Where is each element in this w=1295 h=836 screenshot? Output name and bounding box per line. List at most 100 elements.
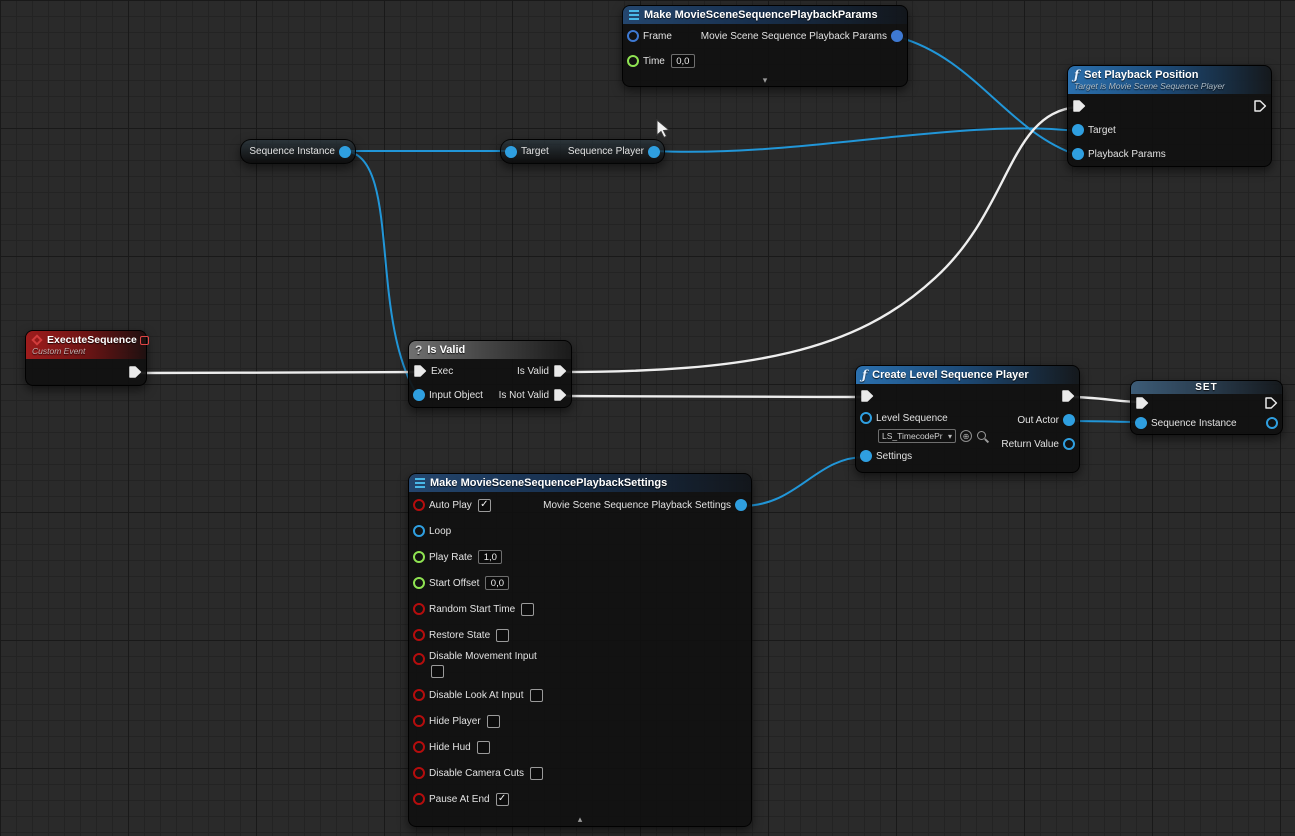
exec-out-pin[interactable] xyxy=(1061,389,1075,403)
use-selected-asset-icon[interactable]: ⊕ xyxy=(960,430,972,442)
is-not-valid-pin-label: Is Not Valid xyxy=(499,390,549,401)
time-input-pin[interactable] xyxy=(627,55,639,67)
collapse-node-chevron[interactable]: ▴ xyxy=(578,815,583,824)
wire-exec-event-to-isvalid[interactable] xyxy=(136,372,419,373)
level-sequence-input-pin[interactable] xyxy=(860,412,872,424)
disable-look-at-input-checkbox[interactable] xyxy=(530,689,543,702)
exec-pin-label: Exec xyxy=(431,366,453,377)
wire-exec-isnotvalid-to-create[interactable] xyxy=(561,396,866,397)
time-value-input[interactable]: 0,0 xyxy=(671,54,695,68)
sequence-instance-input-pin[interactable] xyxy=(1135,417,1147,429)
playback-params-output-pin[interactable] xyxy=(891,30,903,42)
chevron-down-icon: ▾ xyxy=(948,432,952,441)
exec-out-pin[interactable] xyxy=(1253,99,1267,113)
hide-player-label: Hide Player xyxy=(429,716,481,727)
blueprint-canvas[interactable]: Make MovieSceneSequencePlaybackParams Fr… xyxy=(0,0,1295,836)
node-title: Make MovieSceneSequencePlaybackSettings xyxy=(430,477,667,489)
hide-hud-checkbox[interactable] xyxy=(477,741,490,754)
auto-play-checkbox[interactable] xyxy=(478,499,491,512)
node-header[interactable]: ƒ Set Playback Position Target is Movie … xyxy=(1068,66,1271,94)
disable-movement-input-checkbox[interactable] xyxy=(431,665,444,678)
settings-output-label: Movie Scene Sequence Playback Settings xyxy=(543,500,731,511)
playback-params-pin-label: Playback Params xyxy=(1088,149,1166,160)
sequence-player-output-pin[interactable] xyxy=(648,146,660,158)
node-title: Set Playback Position xyxy=(1084,69,1198,81)
random-start-time-label: Random Start Time xyxy=(429,604,515,615)
start-offset-value-input[interactable]: 0,0 xyxy=(485,576,509,590)
node-subtitle: Custom Event xyxy=(32,346,139,356)
function-icon: ƒ xyxy=(862,369,867,381)
auto-play-pin[interactable] xyxy=(413,499,425,511)
disable-look-at-input-pin[interactable] xyxy=(413,689,425,701)
frame-input-pin[interactable] xyxy=(627,30,639,42)
custom-event-icon xyxy=(31,334,42,345)
restore-state-label: Restore State xyxy=(429,630,490,641)
exec-in-pin[interactable] xyxy=(413,364,427,378)
node-set-playback-position[interactable]: ƒ Set Playback Position Target is Movie … xyxy=(1067,65,1272,167)
random-start-time-checkbox[interactable] xyxy=(521,603,534,616)
value-output-pin[interactable] xyxy=(1266,417,1278,429)
target-input-pin[interactable] xyxy=(1072,124,1084,136)
node-header[interactable]: ? Is Valid xyxy=(409,341,571,359)
node-make-playback-settings[interactable]: Make MovieSceneSequencePlaybackSettings … xyxy=(408,473,752,827)
play-rate-label: Play Rate xyxy=(429,552,472,563)
node-header[interactable]: SET xyxy=(1131,381,1282,394)
node-header[interactable]: ƒ Create Level Sequence Player xyxy=(856,366,1079,384)
play-rate-pin[interactable] xyxy=(413,551,425,563)
sequence-instance-output-pin[interactable] xyxy=(339,146,351,158)
playback-settings-output-pin[interactable] xyxy=(735,499,747,511)
pause-at-end-pin[interactable] xyxy=(413,793,425,805)
make-struct-icon xyxy=(415,478,425,488)
node-title: SET xyxy=(1195,382,1217,393)
macro-question-icon: ? xyxy=(415,344,422,356)
play-rate-value-input[interactable]: 1,0 xyxy=(478,550,502,564)
is-valid-exec-out-pin[interactable] xyxy=(553,364,567,378)
level-sequence-asset-dropdown[interactable]: LS_TimecodePr ▾ xyxy=(878,429,956,443)
loop-pin[interactable] xyxy=(413,525,425,537)
node-header[interactable]: Make MovieSceneSequencePlaybackSettings xyxy=(409,474,751,492)
node-is-valid[interactable]: ? Is Valid Exec Is Valid Input Object Is… xyxy=(408,340,572,408)
node-execute-sequence[interactable]: ExecuteSequence Custom Event xyxy=(25,330,147,386)
node-create-level-sequence-player[interactable]: ƒ Create Level Sequence Player Level Seq… xyxy=(855,365,1080,473)
hide-hud-label: Hide Hud xyxy=(429,742,471,753)
is-valid-pin-label: Is Valid xyxy=(517,366,549,377)
return-value-output-pin[interactable] xyxy=(1063,438,1075,450)
node-get-sequence-instance[interactable]: Sequence Instance xyxy=(240,139,356,164)
node-make-playback-params[interactable]: Make MovieSceneSequencePlaybackParams Fr… xyxy=(622,5,908,87)
hide-player-pin[interactable] xyxy=(413,715,425,727)
disable-movement-input-pin[interactable] xyxy=(413,653,425,665)
exec-out-pin[interactable] xyxy=(1264,396,1278,410)
node-header[interactable]: ExecuteSequence Custom Event xyxy=(26,331,146,359)
wire-params-to-playbackparams[interactable] xyxy=(898,37,1077,155)
browse-to-asset-icon[interactable] xyxy=(976,430,989,443)
restore-state-checkbox[interactable] xyxy=(496,629,509,642)
random-start-time-pin[interactable] xyxy=(413,603,425,615)
node-set-sequence-instance[interactable]: SET Sequence Instance xyxy=(1130,380,1283,435)
exec-out-pin[interactable] xyxy=(128,365,142,379)
restore-state-pin[interactable] xyxy=(413,629,425,641)
node-title: Make MovieSceneSequencePlaybackParams xyxy=(644,9,878,21)
node-header[interactable]: Make MovieSceneSequencePlaybackParams xyxy=(623,6,907,24)
out-actor-output-pin[interactable] xyxy=(1063,414,1075,426)
is-not-valid-exec-out-pin[interactable] xyxy=(553,388,567,402)
expand-node-chevron[interactable]: ▾ xyxy=(763,76,768,85)
wire-settings-to-settings[interactable] xyxy=(742,457,865,506)
pause-at-end-checkbox[interactable] xyxy=(496,793,509,806)
target-input-pin[interactable] xyxy=(505,146,517,158)
node-get-sequence-player[interactable]: Target Sequence Player xyxy=(500,139,665,164)
hide-hud-pin[interactable] xyxy=(413,741,425,753)
exec-in-pin[interactable] xyxy=(860,389,874,403)
start-offset-pin[interactable] xyxy=(413,577,425,589)
input-object-pin[interactable] xyxy=(413,389,425,401)
exec-in-pin[interactable] xyxy=(1135,396,1149,410)
settings-input-pin[interactable] xyxy=(860,450,872,462)
frame-pin-label: Frame xyxy=(643,31,672,42)
playback-params-input-pin[interactable] xyxy=(1072,148,1084,160)
hide-player-checkbox[interactable] xyxy=(487,715,500,728)
exec-in-pin[interactable] xyxy=(1072,99,1086,113)
target-pin-label: Target xyxy=(1088,125,1116,136)
disable-camera-cuts-pin[interactable] xyxy=(413,767,425,779)
wire-seqplayer-to-target[interactable] xyxy=(655,128,1077,151)
target-pin-label: Target xyxy=(521,146,549,157)
disable-camera-cuts-checkbox[interactable] xyxy=(530,767,543,780)
